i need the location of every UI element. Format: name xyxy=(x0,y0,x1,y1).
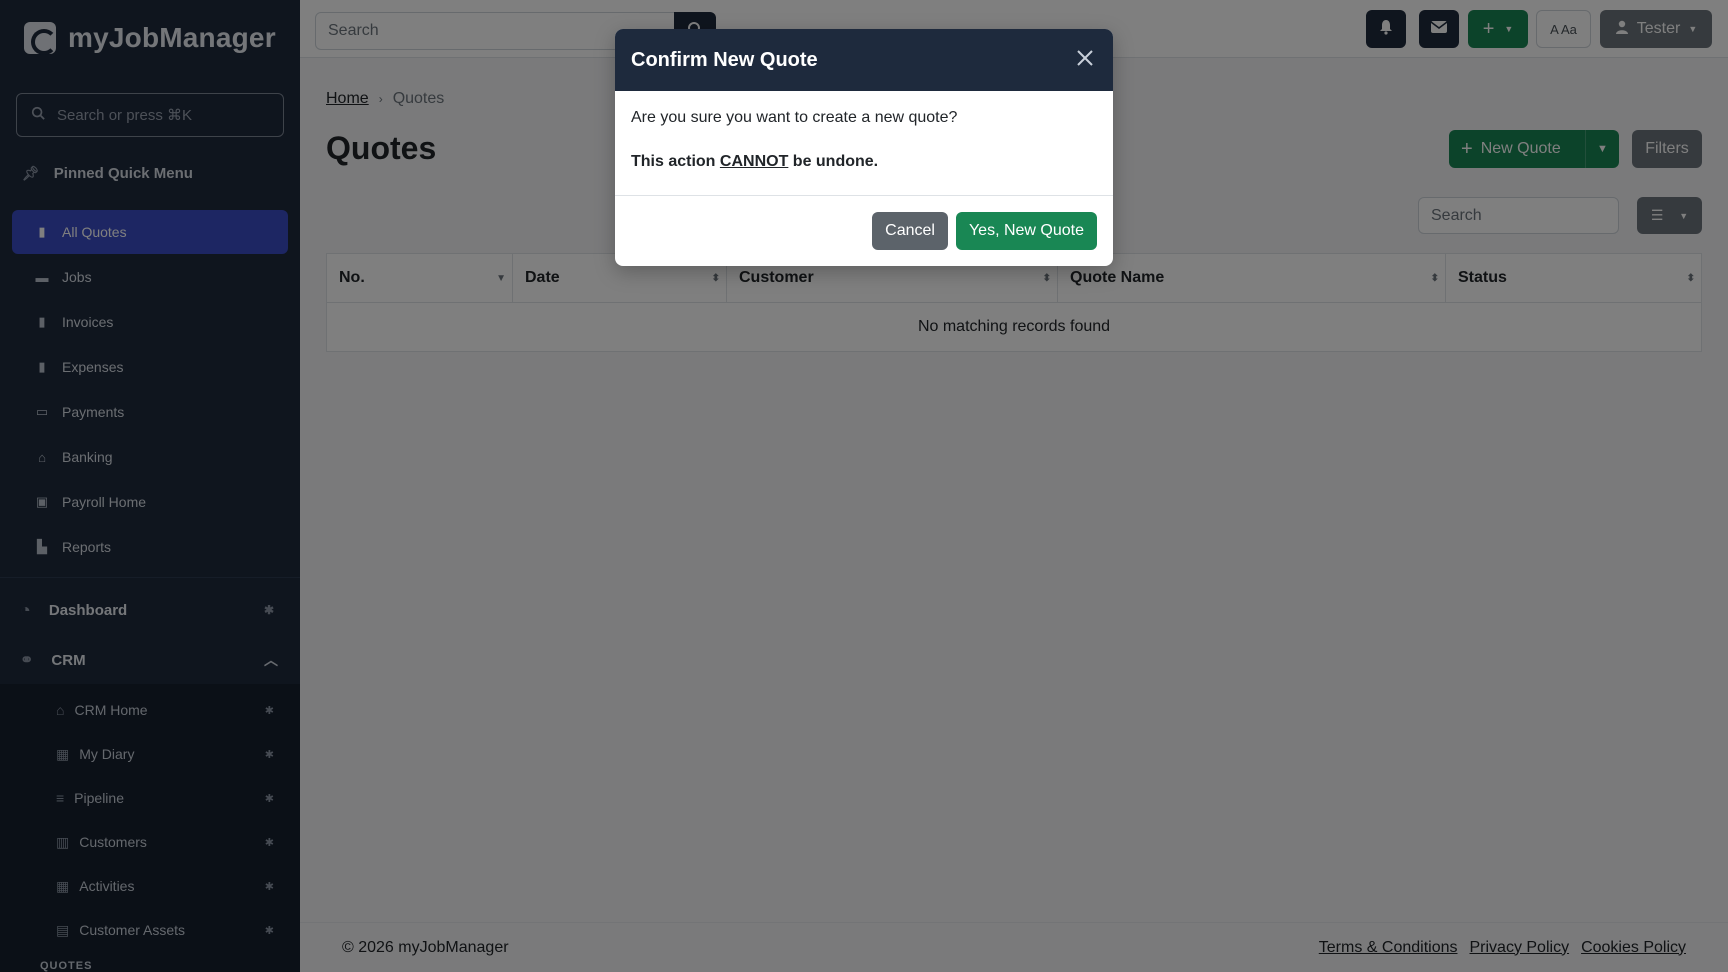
modal-footer: Cancel Yes, New Quote xyxy=(615,196,1113,266)
modal-title: Confirm New Quote xyxy=(631,48,818,71)
modal-warning: This action CANNOT be undone. xyxy=(631,153,1097,171)
confirm-new-quote-modal: Confirm New Quote Are you sure you want … xyxy=(615,29,1113,266)
modal-question: Are you sure you want to create a new qu… xyxy=(631,109,958,126)
modal-header: Confirm New Quote xyxy=(615,29,1113,91)
warning-prefix: This action xyxy=(631,153,720,170)
confirm-new-quote-button[interactable]: Yes, New Quote xyxy=(955,212,1097,250)
modal-body: Are you sure you want to create a new qu… xyxy=(615,91,1113,196)
close-button[interactable] xyxy=(1073,48,1097,72)
cancel-button[interactable]: Cancel xyxy=(872,212,948,250)
warning-suffix: be undone. xyxy=(788,153,879,170)
close-icon xyxy=(1076,47,1094,73)
warning-emphasis: CANNOT xyxy=(719,153,789,170)
